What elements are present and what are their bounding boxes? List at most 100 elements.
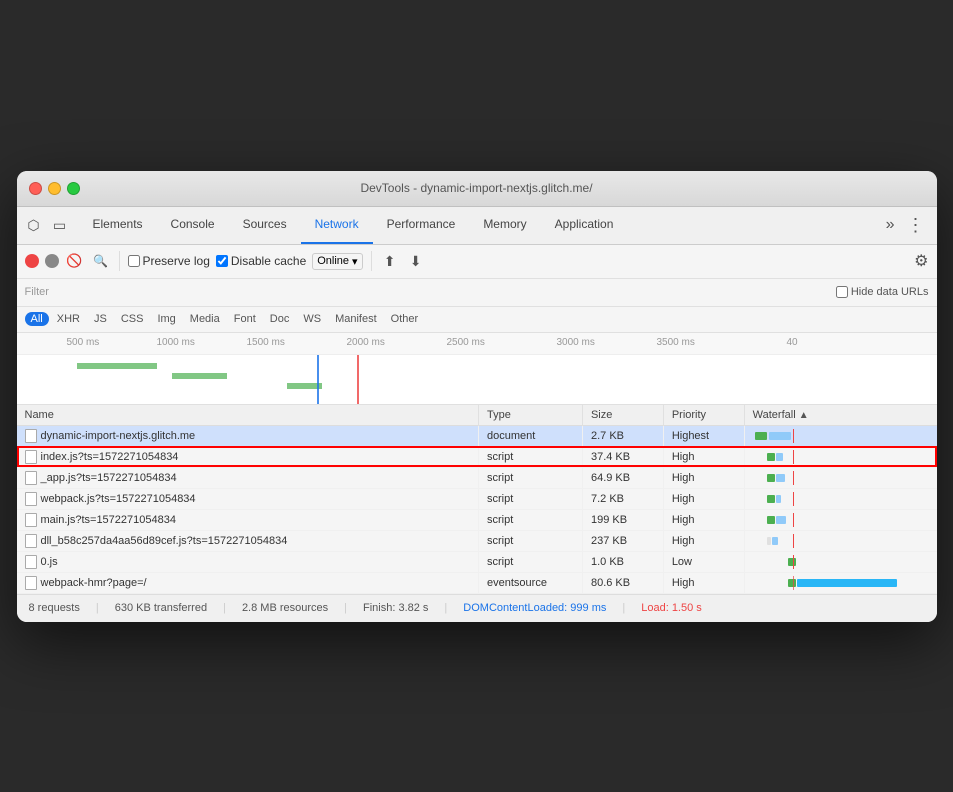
row-priority: Low (663, 551, 744, 572)
wf-load-line (793, 555, 794, 569)
header-size[interactable]: Size (582, 405, 663, 426)
tab-application[interactable]: Application (541, 207, 628, 244)
row-size: 237 KB (582, 530, 663, 551)
device-icon[interactable]: ▭ (49, 214, 71, 236)
table-row[interactable]: webpack.js?ts=1572271054834 script 7.2 K… (17, 488, 937, 509)
cursor-icon[interactable]: ⬡ (23, 214, 45, 236)
header-type[interactable]: Type (479, 405, 583, 426)
type-filter-all[interactable]: All (25, 312, 49, 326)
tick-500ms: 500 ms (67, 337, 100, 348)
type-filter-xhr[interactable]: XHR (51, 312, 86, 326)
file-icon (25, 513, 37, 527)
stop-button[interactable] (45, 254, 59, 268)
clear-button[interactable]: 🚫 (65, 251, 85, 271)
disable-cache-label: Disable cache (216, 254, 306, 268)
separator-1 (119, 251, 120, 271)
filter-placeholder: Filter (25, 286, 49, 298)
wf-bar-green (755, 432, 767, 440)
row-type: document (479, 425, 583, 446)
type-filter-other[interactable]: Other (385, 312, 425, 326)
row-waterfall (744, 572, 936, 593)
upload-button[interactable]: ⬆ (380, 251, 400, 271)
tab-elements[interactable]: Elements (79, 207, 157, 244)
minimize-button[interactable] (48, 182, 61, 195)
header-name[interactable]: Name (17, 405, 479, 426)
wf-bar-blue (776, 516, 786, 524)
tab-network[interactable]: Network (301, 207, 373, 244)
table-row[interactable]: main.js?ts=1572271054834 script 199 KB H… (17, 509, 937, 530)
throttle-select[interactable]: Online ▾ (312, 253, 362, 270)
header-priority[interactable]: Priority (663, 405, 744, 426)
row-type: script (479, 530, 583, 551)
tick-2500ms: 2500 ms (447, 337, 485, 348)
row-size: 37.4 KB (582, 446, 663, 467)
devtools-menu-button[interactable]: ⋮ (901, 215, 931, 236)
download-button[interactable]: ⬇ (406, 251, 426, 271)
wf-load-line (793, 450, 794, 464)
header-waterfall[interactable]: Waterfall ▲ (744, 405, 936, 426)
record-button[interactable] (25, 254, 39, 268)
row-name: webpack-hmr?page=/ (17, 572, 479, 593)
tab-memory[interactable]: Memory (469, 207, 540, 244)
wf-bar-blue (776, 495, 781, 503)
chevron-down-icon: ▾ (352, 255, 358, 268)
row-priority: High (663, 509, 744, 530)
tick-3000ms: 3000 ms (557, 337, 595, 348)
tick-40: 40 (787, 337, 798, 348)
table-row[interactable]: dll_b58c257da4aa56d89cef.js?ts=157227105… (17, 530, 937, 551)
sort-arrow: ▲ (799, 410, 809, 421)
more-tabs-button[interactable]: » (880, 216, 901, 234)
row-name: index.js?ts=1572271054834 (17, 446, 479, 467)
tab-sources[interactable]: Sources (229, 207, 301, 244)
wf-load-line (793, 534, 794, 548)
table-row[interactable]: dynamic-import-nextjs.glitch.me document… (17, 425, 937, 446)
load-line (357, 355, 359, 405)
type-filter-bar: All XHR JS CSS Img Media Font Doc WS Man… (17, 307, 937, 333)
tabs-container: Elements Console Sources Network Perform… (79, 207, 880, 244)
title-bar: DevTools - dynamic-import-nextjs.glitch.… (17, 171, 937, 207)
type-filter-css[interactable]: CSS (115, 312, 150, 326)
wf-bar-blue (776, 453, 783, 461)
timeline-area: 500 ms 1000 ms 1500 ms 2000 ms 2500 ms 3… (17, 333, 937, 405)
wf-load-line (793, 513, 794, 527)
disable-cache-checkbox[interactable] (216, 255, 228, 267)
row-type: script (479, 488, 583, 509)
type-filter-js[interactable]: JS (88, 312, 113, 326)
row-priority: Highest (663, 425, 744, 446)
wf-bar-green (767, 495, 775, 503)
settings-button[interactable]: ⚙ (914, 251, 928, 271)
hide-data-urls-checkbox[interactable] (836, 286, 848, 298)
type-filter-manifest[interactable]: Manifest (329, 312, 383, 326)
row-type: script (479, 467, 583, 488)
type-filter-doc[interactable]: Doc (264, 312, 296, 326)
table-row[interactable]: webpack-hmr?page=/ eventsource 80.6 KB H… (17, 572, 937, 593)
file-icon (25, 534, 37, 548)
hide-data-urls[interactable]: Hide data URLs (836, 286, 929, 298)
type-filter-ws[interactable]: WS (297, 312, 327, 326)
table-row[interactable]: 0.js script 1.0 KB Low (17, 551, 937, 572)
tick-2000ms: 2000 ms (347, 337, 385, 348)
tab-bar: ⬡ ▭ Elements Console Sources Network Per… (17, 207, 937, 245)
preserve-log-checkbox[interactable] (128, 255, 140, 267)
finish-time: Finish: 3.82 s (363, 602, 428, 614)
row-priority: High (663, 530, 744, 551)
file-icon (25, 471, 37, 485)
row-size: 2.7 KB (582, 425, 663, 446)
tab-performance[interactable]: Performance (373, 207, 470, 244)
tab-console[interactable]: Console (157, 207, 229, 244)
maximize-button[interactable] (67, 182, 80, 195)
table-row[interactable]: _app.js?ts=1572271054834 script 64.9 KB … (17, 467, 937, 488)
type-filter-img[interactable]: Img (151, 312, 181, 326)
wf-load-line (793, 429, 794, 443)
row-name: _app.js?ts=1572271054834 (17, 467, 479, 488)
close-button[interactable] (29, 182, 42, 195)
type-filter-font[interactable]: Font (228, 312, 262, 326)
search-button[interactable]: 🔍 (91, 251, 111, 271)
network-table-container[interactable]: Name Type Size Priority Waterfall ▲ dyna… (17, 405, 937, 594)
table-row[interactable]: index.js?ts=1572271054834 script 37.4 KB… (17, 446, 937, 467)
wf-load-line (793, 492, 794, 506)
table-header-row: Name Type Size Priority Waterfall ▲ (17, 405, 937, 426)
row-size: 1.0 KB (582, 551, 663, 572)
dom-content-loaded-time: DOMContentLoaded: 999 ms (463, 602, 606, 614)
type-filter-media[interactable]: Media (184, 312, 226, 326)
